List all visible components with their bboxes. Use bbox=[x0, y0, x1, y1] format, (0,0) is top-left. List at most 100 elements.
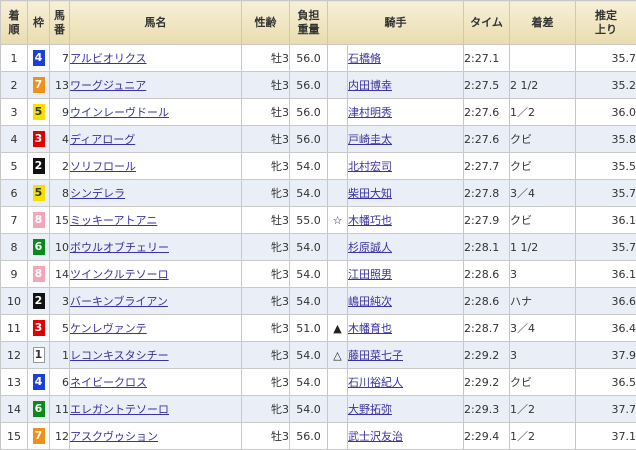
jockey-cell: 津村明秀 bbox=[347, 98, 464, 126]
apprentice-mark bbox=[327, 368, 348, 396]
jockey-link[interactable]: 嶋田純次 bbox=[349, 295, 393, 308]
jockey-link[interactable]: 北村宏司 bbox=[349, 160, 393, 173]
last3f-cell: 36.4 bbox=[575, 314, 636, 342]
jockey-link[interactable]: 江田照男 bbox=[349, 268, 393, 281]
horse-name-link[interactable]: シンデレラ bbox=[71, 187, 126, 200]
horse-number-cell: 1 bbox=[49, 341, 70, 369]
frame-badge: 8 bbox=[32, 212, 45, 228]
horse-number-cell: 4 bbox=[49, 125, 70, 153]
table-header-row: 着順 枠 馬番 馬名 性齢 負担 重量 騎手 タイム 着差 推定 上り bbox=[0, 0, 636, 45]
rank-cell: 8 bbox=[0, 233, 28, 261]
table-row: 4 3 4 ディアローグ 牡3 56.0 戸崎圭太 2:27.6 クビ 35.8 bbox=[0, 125, 636, 153]
race-results-table: 着順 枠 馬番 馬名 性齢 負担 重量 騎手 タイム 着差 推定 上り 1 4 7 アルビ… bbox=[0, 0, 636, 450]
last3f-cell: 37.1 bbox=[575, 422, 636, 450]
sex-age-cell: 牝3 bbox=[241, 395, 290, 423]
horse-number-cell: 6 bbox=[49, 368, 70, 396]
jockey-cell: 柴田大知 bbox=[347, 179, 464, 207]
horse-name-link[interactable]: ソリフロール bbox=[71, 160, 137, 173]
jockey-cell: 藤田菜七子 bbox=[347, 341, 464, 369]
jockey-cell: 大野拓弥 bbox=[347, 395, 464, 423]
table-row: 11 3 5 ケンレヴァンテ 牝3 51.0 ▲ 木幡育也 2:28.7 3／4 36.4 bbox=[0, 314, 636, 342]
apprentice-mark: ▲ bbox=[327, 314, 348, 342]
frame-badge: 7 bbox=[32, 428, 45, 444]
jockey-link[interactable]: 内田博幸 bbox=[349, 79, 393, 92]
time-cell: 2:28.6 bbox=[463, 260, 510, 288]
table-row: 13 4 6 ネイビークロス 牝3 54.0 石川裕紀人 2:29.2 クビ 36.5 bbox=[0, 368, 636, 396]
last3f-cell: 36.0 bbox=[575, 98, 636, 126]
apprentice-mark bbox=[327, 233, 348, 261]
sex-age-cell: 牡3 bbox=[241, 206, 290, 234]
frame-badge: 5 bbox=[32, 104, 45, 120]
margin-cell: 2 1/2 bbox=[509, 71, 576, 99]
header-horse-name: 馬名 bbox=[69, 0, 242, 45]
frame-badge: 8 bbox=[32, 266, 45, 282]
horse-name-link[interactable]: レコンキスタシチー bbox=[71, 349, 169, 362]
rank-cell: 6 bbox=[0, 179, 28, 207]
apprentice-mark bbox=[327, 422, 348, 450]
jockey-link[interactable]: 木幡育也 bbox=[349, 322, 393, 335]
time-cell: 2:27.9 bbox=[463, 206, 510, 234]
horse-name-link[interactable]: ワーグジュニア bbox=[71, 79, 147, 92]
horse-name-cell: ツインクルテソーロ bbox=[69, 260, 242, 288]
frame-cell: 1 bbox=[27, 341, 50, 369]
frame-badge: 2 bbox=[32, 158, 45, 174]
horse-name-link[interactable]: ネイビークロス bbox=[71, 376, 148, 389]
last3f-cell: 35.7 bbox=[575, 44, 636, 72]
margin-cell: クビ bbox=[509, 125, 576, 153]
table-row: 9 8 14 ツインクルテソーロ 牝3 54.0 江田照男 2:28.6 3 36.1 bbox=[0, 260, 636, 288]
time-cell: 2:27.6 bbox=[463, 98, 510, 126]
sex-age-cell: 牝3 bbox=[241, 287, 290, 315]
rank-cell: 7 bbox=[0, 206, 28, 234]
horse-name-link[interactable]: ディアローグ bbox=[71, 133, 136, 146]
horse-name-link[interactable]: ケンレヴァンテ bbox=[71, 322, 147, 335]
horse-name-link[interactable]: ウインレーヴドール bbox=[71, 106, 170, 119]
rank-cell: 9 bbox=[0, 260, 28, 288]
horse-name-link[interactable]: アスクヴゥション bbox=[71, 430, 159, 443]
time-cell: 2:29.3 bbox=[463, 395, 510, 423]
weight-cell: 56.0 bbox=[289, 125, 328, 153]
jockey-link[interactable]: 藤田菜七子 bbox=[349, 349, 404, 362]
horse-name-link[interactable]: アルビオリクス bbox=[71, 52, 147, 65]
jockey-link[interactable]: 柴田大知 bbox=[349, 187, 393, 200]
jockey-link[interactable]: 津村明秀 bbox=[349, 106, 393, 119]
jockey-link[interactable]: 大野拓弥 bbox=[349, 403, 393, 416]
jockey-cell: 杉原誠人 bbox=[347, 233, 464, 261]
horse-name-link[interactable]: ツインクルテソーロ bbox=[71, 268, 169, 281]
table-row: 14 6 11 エレガントテソーロ 牝3 54.0 大野拓弥 2:29.3 1／2 37.7 bbox=[0, 395, 636, 423]
jockey-link[interactable]: 木幡巧也 bbox=[349, 214, 393, 227]
apprentice-mark bbox=[327, 395, 348, 423]
rank-cell: 14 bbox=[0, 395, 28, 423]
weight-cell: 56.0 bbox=[289, 98, 328, 126]
header-frame: 枠 bbox=[27, 0, 50, 45]
table-row: 7 8 15 ミッキーアトアニ 牡3 55.0 ☆ 木幡巧也 2:27.9 クビ 36.1 bbox=[0, 206, 636, 234]
horse-number-cell: 12 bbox=[49, 422, 70, 450]
horse-name-link[interactable]: ミッキーアトアニ bbox=[71, 214, 158, 227]
jockey-link[interactable]: 戸崎圭太 bbox=[349, 133, 393, 146]
apprentice-mark bbox=[327, 98, 348, 126]
apprentice-mark bbox=[327, 152, 348, 180]
frame-cell: 5 bbox=[27, 179, 50, 207]
margin-cell: 1／2 bbox=[509, 422, 576, 450]
margin-cell: 3 bbox=[509, 341, 576, 369]
horse-number-cell: 11 bbox=[49, 395, 70, 423]
frame-cell: 7 bbox=[27, 422, 50, 450]
jockey-link[interactable]: 石橋脩 bbox=[349, 52, 382, 65]
jockey-link[interactable]: 武士沢友治 bbox=[349, 430, 404, 443]
horse-name-cell: ワーグジュニア bbox=[69, 71, 242, 99]
horse-name-cell: ウインレーヴドール bbox=[69, 98, 242, 126]
margin-cell: クビ bbox=[509, 206, 576, 234]
frame-badge: 3 bbox=[32, 320, 45, 336]
jockey-cell: 嶋田純次 bbox=[347, 287, 464, 315]
last3f-cell: 35.8 bbox=[575, 125, 636, 153]
horse-name-link[interactable]: ボウルオブチェリー bbox=[71, 241, 170, 254]
weight-cell: 56.0 bbox=[289, 44, 328, 72]
jockey-link[interactable]: 杉原誠人 bbox=[349, 241, 393, 254]
horse-name-link[interactable]: エレガントテソーロ bbox=[71, 403, 170, 416]
time-cell: 2:28.6 bbox=[463, 287, 510, 315]
horse-name-link[interactable]: バーキンブライアン bbox=[71, 295, 168, 308]
frame-badge: 4 bbox=[32, 50, 45, 66]
rank-cell: 2 bbox=[0, 71, 28, 99]
jockey-link[interactable]: 石川裕紀人 bbox=[349, 376, 404, 389]
horse-number-cell: 13 bbox=[49, 71, 70, 99]
time-cell: 2:27.6 bbox=[463, 125, 510, 153]
